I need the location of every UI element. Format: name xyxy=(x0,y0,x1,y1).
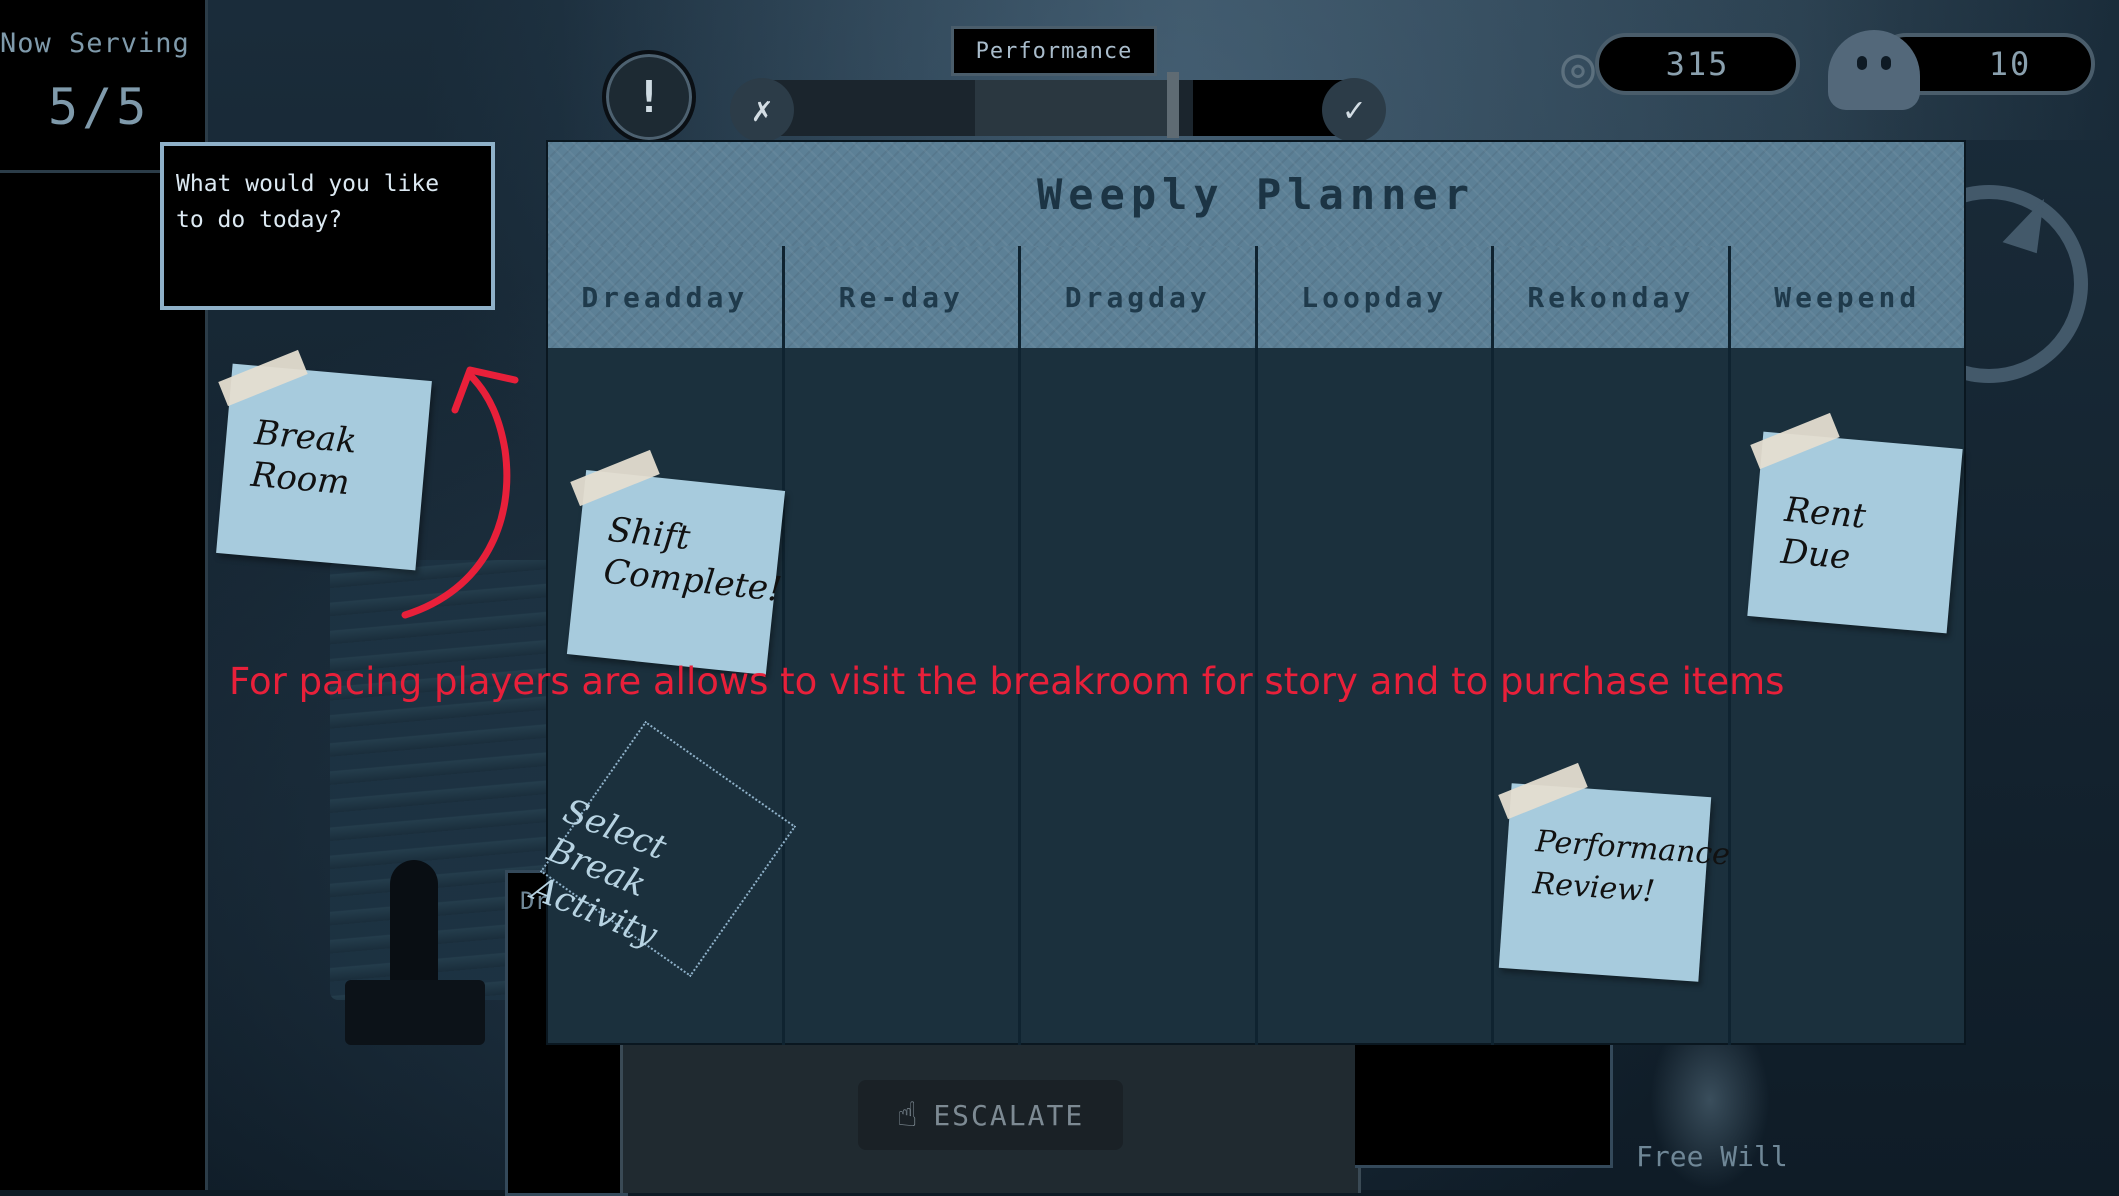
rent-due-text: Rent Due xyxy=(1779,489,1868,578)
day-rekonday: Rekonday xyxy=(1494,246,1731,348)
day-re-day: Re-day xyxy=(784,246,1021,348)
performance-label: Performance xyxy=(951,26,1157,76)
performance-meter xyxy=(735,80,1380,136)
free-will-label: Free Will xyxy=(1636,1140,1788,1173)
planner-title: Weeply Planner xyxy=(548,142,1964,249)
escalate-label: ESCALATE xyxy=(933,1098,1085,1132)
sticky-note-performance-review[interactable]: Performance Review! xyxy=(1498,783,1732,982)
performance-marker xyxy=(1167,72,1179,138)
coins-counter: 315 xyxy=(1595,33,1800,95)
right-desk-panel xyxy=(1355,1040,1613,1168)
planner-day-row: Dreadday Re-day Dragday Loopday Rekonday… xyxy=(548,246,1964,348)
sad-figure-icon: ✗ xyxy=(730,78,794,142)
sticky-note-rent-due[interactable]: Rent Due xyxy=(1747,431,1963,634)
escalate-button[interactable]: ☝ ESCALATE xyxy=(858,1080,1123,1150)
stamp-base xyxy=(345,980,485,1045)
red-arrow-icon xyxy=(401,366,519,619)
performance-mid-zone xyxy=(975,80,1175,136)
break-room-text: Break Room xyxy=(249,412,359,504)
now-serving-value: 5/5 xyxy=(48,78,151,136)
annotation-text: For pacing players are allows to visit t… xyxy=(229,660,1785,703)
dialog-box: What would you like to do today? xyxy=(160,142,495,310)
day-dreadday: Dreadday xyxy=(548,246,785,348)
pointing-hand-icon: ☝ xyxy=(896,1095,920,1135)
now-serving-label: Now Serving xyxy=(0,28,190,59)
sticky-note-shift-complete[interactable]: Shift Complete! xyxy=(566,470,786,675)
day-loopday: Loopday xyxy=(1257,246,1494,348)
day-dragday: Dragday xyxy=(1021,246,1258,348)
happy-figure-icon: ✓ xyxy=(1322,78,1386,142)
day-weepend: Weepend xyxy=(1730,246,1964,348)
alert-head-icon[interactable]: ! xyxy=(602,50,696,144)
stamp-handle xyxy=(390,860,438,990)
performance-review-text: Performance Review! xyxy=(1531,824,1732,910)
shift-complete-text: Shift Complete! xyxy=(601,509,784,611)
